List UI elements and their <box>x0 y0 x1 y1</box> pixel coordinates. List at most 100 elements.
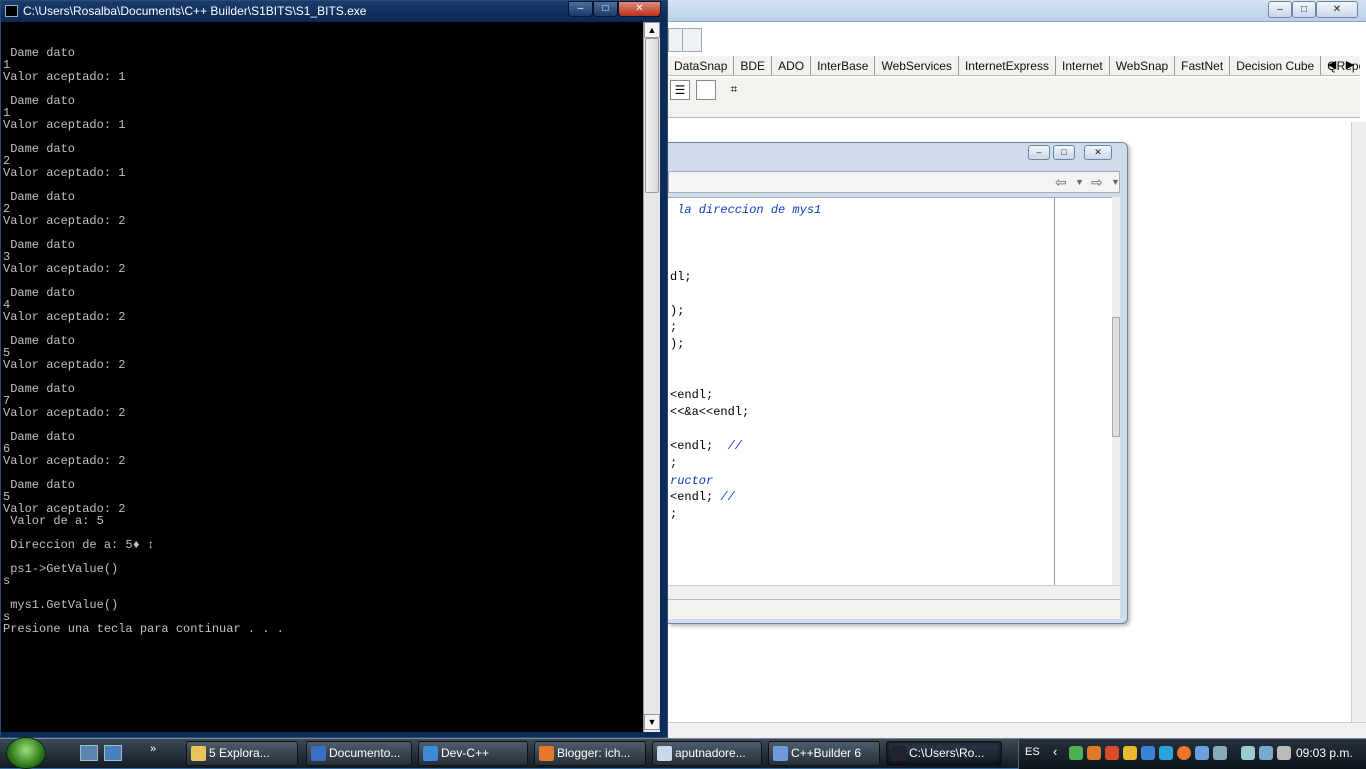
horizontal-scrollbar[interactable] <box>668 722 1366 738</box>
tray-app-icon[interactable] <box>1105 746 1119 760</box>
show-desktop-icon[interactable] <box>80 745 98 761</box>
listbox-component-icon[interactable]: ☰ <box>670 80 690 100</box>
network-icon[interactable] <box>1259 746 1273 760</box>
code-text: ); <box>670 337 685 351</box>
code-line: <endl; // <box>670 489 735 505</box>
editor-right-gutter <box>1054 197 1112 585</box>
scroll-down-arrow-icon[interactable]: ▼ <box>644 714 660 730</box>
palette-tab[interactable]: WebServices <box>875 56 959 75</box>
taskbar-button[interactable]: Blogger: ich... <box>534 741 646 766</box>
console-minimize-button[interactable]: – <box>568 1 593 17</box>
palette-tab[interactable]: WebSnap <box>1110 56 1176 75</box>
taskbar-button[interactable]: C:\Users\Ro... <box>886 741 1002 766</box>
console-line: Valor aceptado: 2 <box>3 358 126 372</box>
code-line: ; <box>670 506 677 522</box>
forward-arrow-icon[interactable]: ⇨ <box>1091 174 1103 191</box>
code-comment: // <box>720 490 735 504</box>
console-app-icon <box>5 5 18 17</box>
toolbar-copy-icon[interactable] <box>682 28 702 52</box>
console-title: C:\Users\Rosalba\Documents\C++ Builder\S… <box>23 4 367 18</box>
tray-app-icon[interactable] <box>1213 746 1227 760</box>
palette-tab[interactable]: Decision Cube <box>1230 56 1322 75</box>
volume-icon[interactable] <box>1277 746 1291 760</box>
console-close-button[interactable]: ✕ <box>618 1 661 17</box>
console-scroll-thumb[interactable] <box>645 38 659 193</box>
taskbar-button[interactable]: aputnadore... <box>652 741 762 766</box>
taskbar-button[interactable]: 5 Explora... <box>186 741 298 766</box>
palette-tab[interactable]: Internet <box>1056 56 1110 75</box>
code-text: <endl; <box>670 490 721 504</box>
palette-tab[interactable]: ADO <box>772 56 812 75</box>
editor-vertical-scrollbar[interactable] <box>1112 197 1120 585</box>
console-scrollbar[interactable]: ▲ ▼ <box>643 22 660 732</box>
code-text: ; <box>670 507 678 521</box>
console-output[interactable]: Dame dato 1 Valor aceptado: 1 Dame dato 1 Va… <box>1 22 643 732</box>
start-button[interactable] <box>6 737 46 769</box>
taskbar-button[interactable]: Dev-C++ <box>418 741 528 766</box>
palette-tab[interactable]: FastNet <box>1175 56 1231 75</box>
language-indicator[interactable]: ES <box>1025 746 1040 758</box>
code-text: ); <box>670 304 685 318</box>
console-line: Dame dato <box>3 286 76 300</box>
editor-maximize-button[interactable]: □ <box>1053 145 1075 160</box>
console-maximize-button[interactable]: □ <box>593 1 618 17</box>
console-line: Valor aceptado: 2 <box>3 262 126 276</box>
console-line: Valor aceptado: 1 <box>3 166 126 180</box>
palette-tab[interactable]: InternetExpress <box>959 56 1056 75</box>
back-dropdown-icon[interactable]: ▼ <box>1075 177 1084 187</box>
code-text: <<&a<<endl; <box>670 405 750 419</box>
button-component-icon[interactable]: ⌗ <box>724 80 744 100</box>
console-line: Dame dato <box>3 382 76 396</box>
tray-app-icon[interactable] <box>1069 746 1083 760</box>
taskbar-button-label: Documento... <box>329 746 401 760</box>
maximize-button[interactable]: □ <box>1292 1 1316 18</box>
tray-app-icon[interactable] <box>1195 746 1209 760</box>
palette-tab[interactable]: DataSnap <box>668 56 735 75</box>
palette-left-arrow-icon[interactable]: ◀ <box>1324 56 1340 75</box>
quicklaunch-more-icon[interactable]: » <box>150 743 156 755</box>
scroll-up-arrow-icon[interactable]: ▲ <box>644 22 660 38</box>
code-editor[interactable]: la direccion de mys1 dl;);;); <endl; <<&a<<… <box>668 197 1054 585</box>
console-line: Direccion de a: 5♦ ↕ <box>3 538 155 552</box>
devcpp-icon <box>423 746 438 761</box>
taskbar-button[interactable]: Documento... <box>306 741 412 766</box>
taskbar-button-label: Dev-C++ <box>441 746 490 760</box>
console-line: Dame dato <box>3 430 76 444</box>
console-line: Valor aceptado: 2 <box>3 454 126 468</box>
forward-dropdown-icon[interactable]: ▼ <box>1111 177 1120 187</box>
palette-right-arrow-icon[interactable]: ▶ <box>1342 56 1358 75</box>
code-text: ; <box>670 320 678 334</box>
tray-app-icon[interactable] <box>1177 746 1191 760</box>
editor-close-button[interactable]: ✕ <box>1084 145 1112 160</box>
clock[interactable]: 09:03 p.m. <box>1296 746 1353 760</box>
code-line: dl; <box>670 269 692 285</box>
palette-tab[interactable]: InterBase <box>811 56 876 75</box>
code-line: ; <box>670 319 677 335</box>
console-line: Dame dato <box>3 142 76 156</box>
close-button[interactable]: ✕ <box>1316 1 1358 18</box>
panel-component-icon[interactable] <box>696 80 716 100</box>
taskbar-button-label: 5 Explora... <box>209 746 270 760</box>
editor-horizontal-scrollbar[interactable] <box>668 585 1120 599</box>
console-line: Presione una tecla para continuar . . . <box>3 622 284 636</box>
taskbar-button-label: aputnadore... <box>675 746 746 760</box>
taskbar-button[interactable]: C++Builder 6 <box>768 741 880 766</box>
tray-app-icon[interactable] <box>1087 746 1101 760</box>
minimize-button[interactable]: – <box>1268 1 1292 18</box>
code-editor-window: – □ ✕ ⇦ ▼ ⇨ ▼ la direccion de mys1 dl;);;… <box>668 142 1128 624</box>
tray-app-icon[interactable] <box>1159 746 1173 760</box>
taskbar-button-label: Blogger: ich... <box>557 746 631 760</box>
battery-icon[interactable] <box>1241 746 1255 760</box>
palette-tab[interactable]: BDE <box>734 56 773 75</box>
taskbar-button-label: C++Builder 6 <box>791 746 862 760</box>
editor-minimize-button[interactable]: – <box>1028 145 1050 160</box>
notepad-icon <box>657 746 672 761</box>
vertical-scrollbar[interactable] <box>1351 122 1366 722</box>
tray-app-icon[interactable] <box>1123 746 1137 760</box>
tray-expand-icon[interactable]: ‹ <box>1053 744 1057 759</box>
scroll-thumb[interactable] <box>1112 317 1120 437</box>
tray-app-icon[interactable] <box>1141 746 1155 760</box>
back-arrow-icon[interactable]: ⇦ <box>1055 174 1067 191</box>
switch-windows-icon[interactable] <box>104 745 122 761</box>
component-palette: ☰ ⌗ <box>668 78 1360 118</box>
